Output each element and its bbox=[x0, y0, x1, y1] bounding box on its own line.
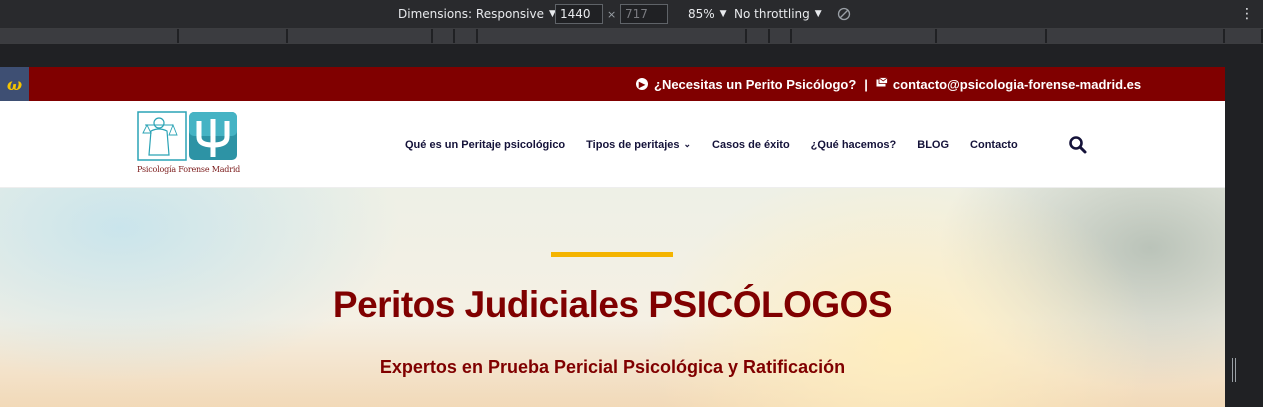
ruler-segment[interactable] bbox=[792, 29, 937, 43]
logo-caption: Psicología Forense Madrid bbox=[137, 165, 241, 174]
search-icon[interactable] bbox=[1068, 135, 1088, 155]
hero-title: Peritos Judiciales PSICÓLOGOS bbox=[332, 284, 893, 325]
ruler-segment[interactable] bbox=[0, 29, 179, 43]
media-query-ruler bbox=[0, 28, 1263, 44]
nav-item-peritaje[interactable]: Qué es un Peritaje psicológico bbox=[405, 139, 565, 151]
topbar-separator: | bbox=[864, 76, 868, 92]
hero-section: Peritos Judiciales PSICÓLOGOS Expertos e… bbox=[0, 188, 1225, 407]
ruler-segment[interactable] bbox=[937, 29, 1047, 43]
dimensions-label: Dimensions: Responsive bbox=[398, 7, 544, 21]
top-contact-bar: ω ▶ ¿Necesitas un Perito Psicólogo? | co… bbox=[0, 67, 1225, 101]
nav-item-label: ¿Qué hacemos? bbox=[810, 138, 897, 151]
nav-item-label: Qué es un Peritaje psicológico bbox=[405, 138, 566, 151]
nav-item-casos[interactable]: Casos de éxito bbox=[712, 139, 790, 151]
devtools-device-toolbar: Dimensions: Responsive ▼ 1440 × 717 85% … bbox=[0, 0, 1263, 28]
main-navigation: Qué es un Peritaje psicológico Tipos de … bbox=[405, 101, 1039, 188]
envelope-icon bbox=[876, 77, 888, 91]
caret-down-icon: ▼ bbox=[814, 9, 822, 19]
ruler-segment[interactable] bbox=[1047, 29, 1225, 43]
caret-down-icon: ▼ bbox=[719, 9, 727, 19]
nav-item-que-hacemos[interactable]: ¿Qué hacemos? bbox=[811, 139, 897, 151]
ruler-segment[interactable] bbox=[455, 29, 478, 43]
ruler-segment[interactable] bbox=[770, 29, 792, 43]
throttling-dropdown[interactable]: No throttling ▼ bbox=[734, 0, 822, 28]
nav-item-contacto[interactable]: Contacto bbox=[970, 139, 1018, 151]
ruler-segment[interactable] bbox=[747, 29, 770, 43]
nav-item-label: Casos de éxito bbox=[712, 138, 790, 151]
chevron-circle-icon: ▶ bbox=[636, 78, 648, 90]
throttling-label: No throttling bbox=[734, 7, 810, 21]
perito-question-link[interactable]: ¿Necesitas un Perito Psicólogo? bbox=[654, 77, 856, 92]
hero-subtitle: Expertos en Prueba Pericial Psicológica … bbox=[379, 357, 846, 377]
zoom-label: 85% bbox=[688, 7, 715, 21]
chevron-down-icon: ⌄ bbox=[683, 139, 692, 149]
nav-item-blog[interactable]: BLOG bbox=[917, 139, 949, 151]
scrollbar-track[interactable] bbox=[1225, 67, 1263, 407]
dimensions-dropdown[interactable]: Dimensions: Responsive ▼ bbox=[398, 0, 556, 28]
times-separator: × bbox=[607, 7, 617, 21]
page-viewport: ω ▶ ¿Necesitas un Perito Psicólogo? | co… bbox=[0, 67, 1225, 407]
ruler-segment[interactable] bbox=[1225, 29, 1263, 43]
extension-badge-icon[interactable]: ω bbox=[0, 67, 29, 101]
ruler-segment[interactable] bbox=[179, 29, 288, 43]
height-input[interactable]: 717 bbox=[620, 4, 668, 24]
nav-item-label: Contacto bbox=[970, 138, 1018, 151]
nav-item-label: BLOG bbox=[917, 138, 950, 151]
ruler-segment[interactable] bbox=[478, 29, 747, 43]
ruler-segment[interactable] bbox=[433, 29, 455, 43]
more-options-icon[interactable]: ⋮ bbox=[1240, 0, 1254, 28]
contact-email-link[interactable]: contacto@psicologia-forense-madrid.es bbox=[893, 77, 1141, 92]
zoom-dropdown[interactable]: 85% ▼ bbox=[688, 0, 727, 28]
ruler-segment[interactable] bbox=[288, 29, 433, 43]
resize-handle[interactable] bbox=[1232, 358, 1236, 382]
topbar-links: ▶ ¿Necesitas un Perito Psicólogo? | cont… bbox=[636, 67, 1141, 101]
site-logo[interactable]: Psicología Forense Madrid bbox=[137, 111, 241, 179]
site-header: Psicología Forense Madrid Qué es un Peri… bbox=[0, 101, 1225, 188]
nav-item-label: Tipos de peritajes bbox=[586, 138, 680, 151]
width-input[interactable]: 1440 bbox=[555, 4, 603, 24]
nav-item-tipos[interactable]: Tipos de peritajes ⌄ bbox=[586, 139, 691, 151]
hero-accent-bar bbox=[551, 252, 673, 257]
rotate-icon[interactable] bbox=[837, 0, 851, 28]
